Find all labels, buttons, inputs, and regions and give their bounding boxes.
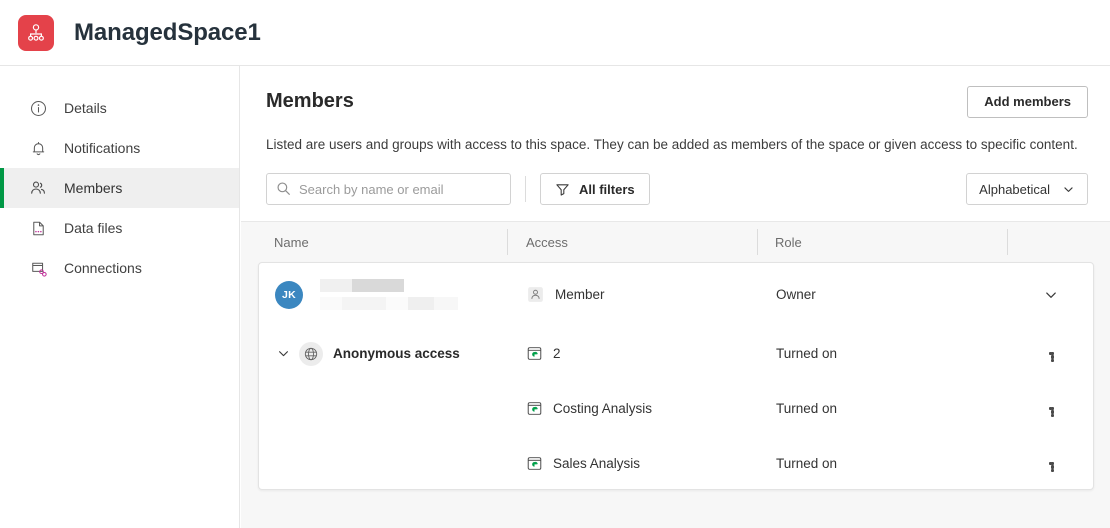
column-header-role: Role: [757, 229, 1007, 255]
cell-access: 2: [508, 326, 758, 381]
cell-name: [259, 436, 508, 489]
members-page: ManagedSpace1 Details Notifications Memb…: [0, 0, 1110, 528]
column-header-actions: [1007, 229, 1092, 255]
column-header-name: Name: [274, 234, 309, 250]
more-options-icon[interactable]: [1037, 450, 1065, 478]
cell-access: Sales Analysis: [508, 436, 758, 489]
data-file-icon: [28, 218, 48, 238]
sort-dropdown[interactable]: Alphabetical: [966, 173, 1088, 205]
column-header-access: Access: [507, 229, 757, 255]
table-row[interactable]: Anonymous access 2 Turned on: [259, 326, 1093, 381]
search-input[interactable]: [267, 174, 510, 204]
role-label: Turned on: [776, 401, 838, 416]
sidebar-item-label: Details: [64, 100, 107, 116]
app-icon: [527, 346, 542, 361]
sidebar-item-label: Data files: [64, 220, 123, 236]
table-header-row: Name Access Role: [241, 222, 1110, 262]
member-person-icon: [527, 286, 544, 303]
filter-funnel-icon: [555, 182, 570, 197]
cell-name: [259, 381, 508, 436]
app-name: Costing Analysis: [553, 401, 653, 416]
sort-dropdown-label: Alphabetical: [979, 181, 1050, 197]
sidebar-item-members[interactable]: Members: [0, 168, 239, 208]
cell-role: Turned on: [758, 381, 1008, 436]
sidebar-item-label: Members: [64, 180, 123, 196]
members-table: Name Access Role JK Member Owner Anonymo…: [241, 222, 1110, 528]
role-chevron-down-icon[interactable]: [1037, 281, 1065, 309]
cell-actions: [1008, 436, 1093, 489]
cell-actions: [1008, 326, 1093, 381]
add-members-button[interactable]: Add members: [967, 86, 1088, 118]
access-count: 2: [553, 346, 561, 361]
app-header: ManagedSpace1: [0, 0, 1110, 66]
all-filters-label: All filters: [579, 181, 635, 197]
toolbar: All filters Alphabetical: [266, 173, 1088, 205]
all-filters-button[interactable]: All filters: [540, 173, 650, 205]
cell-role: Turned on: [758, 326, 1008, 381]
globe-icon: [299, 341, 323, 366]
role-label: Owner: [776, 287, 816, 302]
toolbar-divider: [525, 176, 526, 202]
table-row[interactable]: Costing Analysis Turned on: [259, 381, 1093, 436]
bell-icon: [28, 138, 48, 158]
app-name: Sales Analysis: [553, 456, 641, 471]
main-content: Members Add members Listed are users and…: [241, 66, 1110, 528]
cell-name: Anonymous access: [259, 326, 508, 381]
space-hierarchy-icon: [18, 14, 54, 51]
search-icon: [276, 181, 291, 201]
cell-role: Owner: [758, 263, 1008, 326]
group-name: Anonymous access: [333, 346, 460, 361]
avatar: JK: [275, 280, 303, 309]
sidebar-item-label: Connections: [64, 260, 142, 276]
redacted-user-identity: [320, 279, 458, 310]
people-icon: [28, 178, 48, 198]
cell-actions: [1008, 263, 1093, 326]
more-options-icon[interactable]: [1037, 395, 1065, 423]
space-title: ManagedSpace1: [74, 18, 261, 46]
table-row[interactable]: Sales Analysis Turned on: [259, 436, 1093, 489]
chevron-down-icon: [1062, 183, 1075, 196]
cell-access: Costing Analysis: [508, 381, 758, 436]
cell-actions: [1008, 381, 1093, 436]
sidebar-item-label: Notifications: [64, 140, 141, 156]
sidebar: Details Notifications Members Data files…: [0, 66, 240, 528]
page-title: Members: [266, 90, 354, 112]
sidebar-item-data-files[interactable]: Data files: [0, 208, 239, 248]
role-label: Turned on: [776, 456, 838, 471]
chevron-down-icon[interactable]: [275, 346, 291, 362]
app-icon: [527, 401, 542, 416]
cell-role: Turned on: [758, 436, 1008, 489]
connections-icon: [28, 258, 48, 278]
page-description: Listed are users and groups with access …: [266, 137, 1078, 152]
sidebar-item-connections[interactable]: Connections: [0, 248, 239, 288]
table-row[interactable]: JK Member Owner: [259, 263, 1093, 326]
members-table-card: JK Member Owner Anonymous access 2 Turne…: [258, 262, 1094, 490]
more-options-icon[interactable]: [1037, 340, 1065, 368]
sidebar-item-details[interactable]: Details: [0, 88, 239, 128]
members-panel-header: Members Add members Listed are users and…: [241, 66, 1110, 222]
info-circle-icon: [28, 98, 48, 118]
access-label: Member: [555, 287, 605, 302]
role-label: Turned on: [776, 346, 838, 361]
cell-access: Member: [508, 263, 758, 326]
sidebar-item-notifications[interactable]: Notifications: [0, 128, 239, 168]
search-box[interactable]: [266, 173, 511, 205]
app-icon: [527, 456, 542, 471]
cell-name: JK: [259, 263, 508, 326]
